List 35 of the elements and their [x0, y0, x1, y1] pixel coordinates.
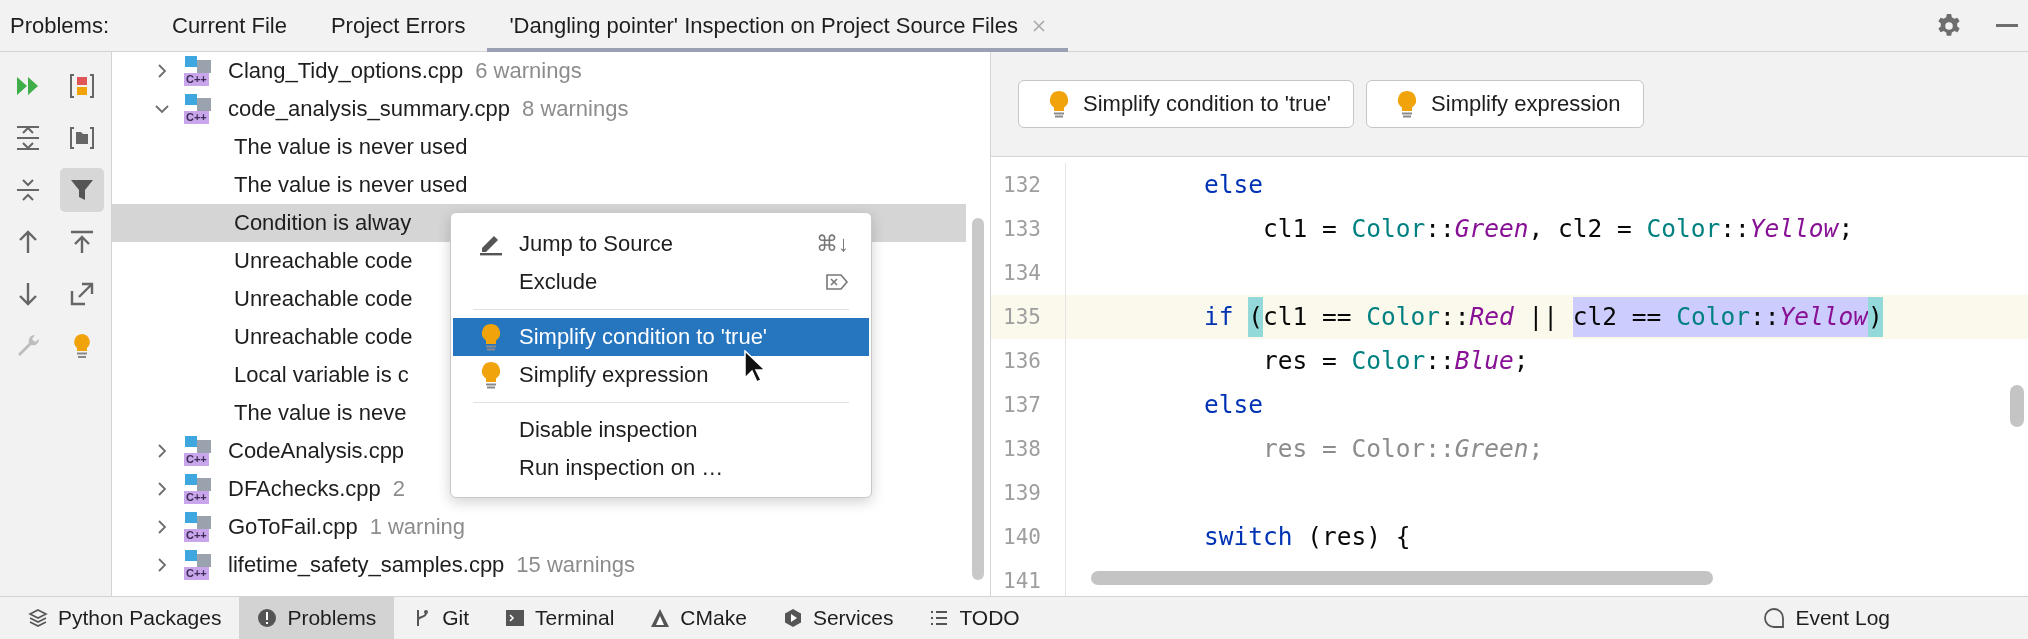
warning-count: 1 warning — [369, 514, 465, 540]
file-type-badge: C++ — [184, 567, 209, 580]
warning-count: 6 warnings — [475, 58, 582, 84]
file-type-badge: C++ — [184, 453, 209, 466]
code-line: cl1 = Color::Green, cl2 = Color::Yellow; — [1262, 213, 1854, 245]
line-number: 134 — [1002, 261, 1042, 285]
line-number: 139 — [1002, 481, 1042, 505]
file-name: lifetime_safety_samples.cpp — [228, 552, 505, 578]
warning-count: 2 — [392, 476, 406, 502]
line-number: 141 — [1002, 569, 1042, 593]
code-line: switch (res) { — [1203, 521, 1411, 553]
line-number: 136 — [1002, 349, 1042, 373]
code-line: res = Color::Blue; — [1262, 345, 1529, 377]
file-type-badge: C++ — [184, 111, 209, 124]
line-number: 135 — [1002, 305, 1042, 329]
line-number: 138 — [1002, 437, 1042, 461]
warning-count: 15 warnings — [516, 552, 635, 578]
file-type-badge: C++ — [184, 73, 209, 86]
file-name: CodeAnalysis.cpp — [228, 438, 405, 464]
line-number: 132 — [1002, 173, 1042, 197]
file-type-badge: C++ — [184, 491, 209, 504]
file-name: Clang_Tidy_options.cpp — [228, 58, 464, 84]
line-number: 140 — [1002, 525, 1042, 549]
code-line: else — [1203, 389, 1263, 421]
line-number: 133 — [1002, 217, 1042, 241]
line-number: 137 — [1002, 393, 1042, 417]
code-line: else — [1203, 169, 1263, 201]
tool-window-title: Problems: — [9, 12, 111, 39]
warning-count: 8 warnings — [522, 96, 629, 122]
file-name: code_analysis_summary.cpp — [228, 96, 511, 122]
code-line: res = Color::Green; — [1262, 433, 1544, 465]
code-line: if (cl1 == Color::Red || cl2 == Color::Yellow) — [1086, 297, 1883, 337]
file-type-badge: C++ — [184, 529, 209, 542]
file-name: DFAchecks.cpp — [228, 476, 381, 502]
file-name: GoToFail.cpp — [228, 514, 358, 540]
